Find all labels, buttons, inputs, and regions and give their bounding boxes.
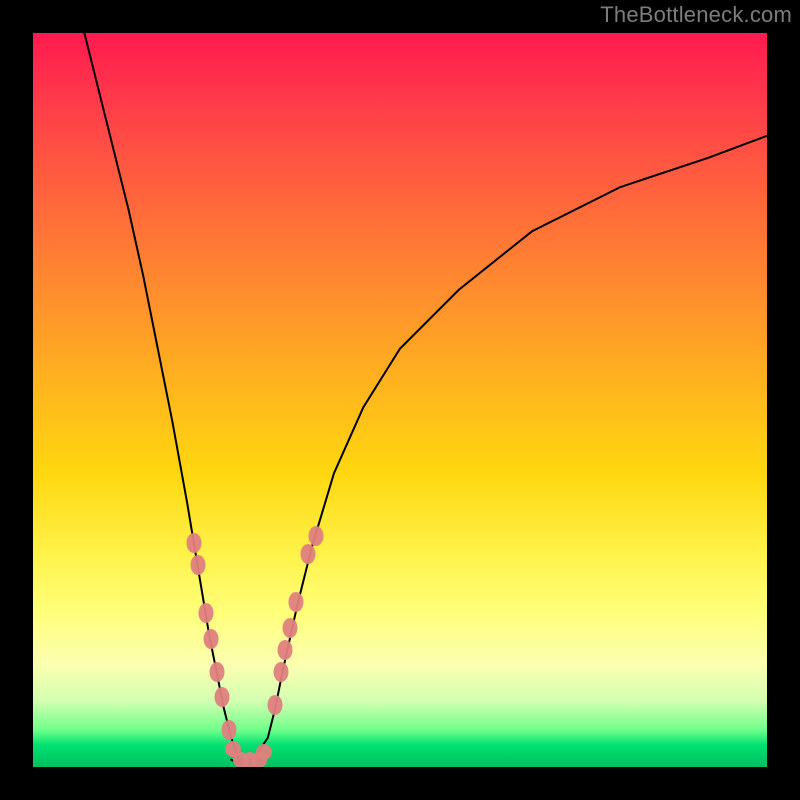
plot-area bbox=[33, 33, 767, 767]
marker bbox=[199, 603, 214, 623]
marker bbox=[278, 640, 293, 660]
curve-right-branch bbox=[239, 136, 767, 760]
marker bbox=[282, 618, 297, 638]
marker bbox=[268, 695, 283, 715]
marker bbox=[204, 629, 219, 649]
marker bbox=[187, 533, 202, 553]
marker bbox=[288, 592, 303, 612]
marker bbox=[210, 662, 225, 682]
outer-frame: TheBottleneck.com bbox=[0, 0, 800, 800]
marker bbox=[256, 744, 272, 760]
marker bbox=[221, 720, 236, 740]
marker bbox=[308, 526, 323, 546]
curve-left-branch bbox=[84, 33, 238, 760]
watermark-label: TheBottleneck.com bbox=[600, 2, 792, 28]
curve-layer bbox=[33, 33, 767, 767]
marker bbox=[215, 687, 230, 707]
marker bbox=[301, 544, 316, 564]
marker bbox=[274, 662, 289, 682]
marker bbox=[191, 555, 206, 575]
